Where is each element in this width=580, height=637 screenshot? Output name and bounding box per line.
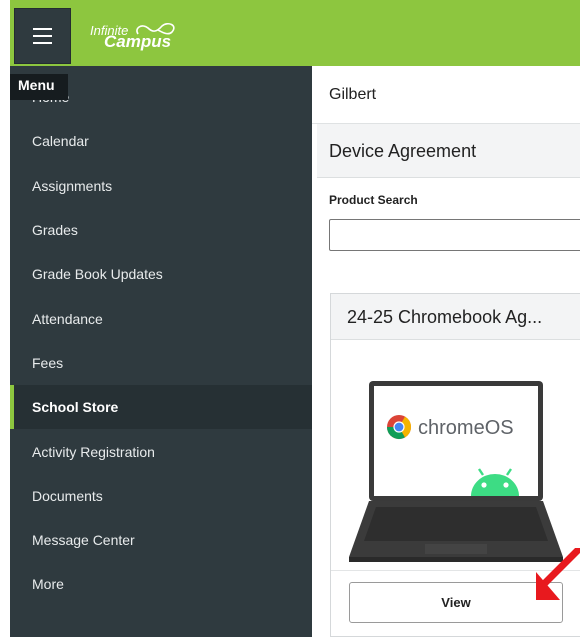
product-search-label: Product Search (329, 193, 418, 207)
sidebar-item-message-center[interactable]: Message Center (10, 518, 312, 562)
sidebar-item-assignments[interactable]: Assignments (10, 164, 312, 208)
product-search-input[interactable] (329, 219, 580, 251)
sidebar-item-fees[interactable]: Fees (10, 341, 312, 385)
menu-icon[interactable] (14, 8, 71, 64)
section-title: Device Agreement (317, 124, 580, 178)
top-bar: Infinite Campus (0, 0, 580, 66)
sidebar-item-attendance[interactable]: Attendance (10, 297, 312, 341)
chrome-logo-icon (387, 415, 411, 440)
annotation-arrow (536, 548, 580, 600)
chromebook-image: chromeOS (349, 381, 563, 562)
sidebar-item-grades[interactable]: Grades (10, 208, 312, 252)
student-name: Gilbert (312, 66, 580, 124)
sidebar-item-documents[interactable]: Documents (10, 474, 312, 518)
sidebar-item-more[interactable]: More (10, 562, 312, 606)
infinite-campus-logo[interactable]: Infinite Campus (90, 23, 175, 50)
sidebar-item-calendar[interactable]: Calendar (10, 119, 312, 163)
sidebar-item-grade-book-updates[interactable]: Grade Book Updates (10, 252, 312, 296)
menu-tooltip: Menu (10, 74, 68, 100)
product-title[interactable]: 24-25 Chromebook Ag... (331, 294, 580, 340)
sidebar-item-activity-registration[interactable]: Activity Registration (10, 430, 312, 474)
sidebar-item-school-store[interactable]: School Store (10, 385, 312, 429)
chromeos-wordmark: chromeOS (418, 417, 514, 439)
sidebar-nav: Home Calendar Assignments Grades Grade B… (10, 66, 312, 637)
infinity-icon (136, 23, 175, 35)
